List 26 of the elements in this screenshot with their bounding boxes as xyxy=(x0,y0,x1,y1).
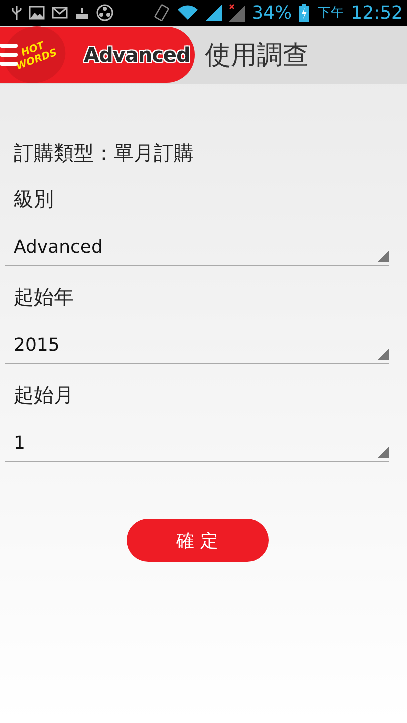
no-signal-icon xyxy=(229,4,246,22)
time-period: 下午 xyxy=(318,5,344,22)
subscription-type: 訂購類型：單月訂購 xyxy=(14,140,195,167)
reel-icon xyxy=(96,4,114,22)
field-label: 起始月 xyxy=(14,382,75,409)
mail-icon xyxy=(52,7,68,19)
dropdown[interactable]: 2015 xyxy=(5,312,389,364)
page-title: 使用調查 xyxy=(205,40,309,72)
confirm-button[interactable]: 確 定 xyxy=(126,519,268,562)
wifi-icon xyxy=(177,5,200,21)
dropdown[interactable]: 1 xyxy=(5,410,389,462)
dropdown-corner-icon xyxy=(378,251,389,262)
signal-icon xyxy=(206,5,222,21)
dropdown-corner-icon xyxy=(378,349,389,360)
image-icon xyxy=(29,6,45,20)
rotate-icon xyxy=(154,4,170,22)
usb-icon xyxy=(12,5,22,21)
field-label: 級別 xyxy=(14,186,55,213)
battery-charging-icon xyxy=(299,4,310,22)
clock-time: 12:52 xyxy=(351,2,403,24)
brand-name: Advanced xyxy=(84,43,190,67)
battery-percent: 34% xyxy=(252,2,292,24)
field-label: 起始年 xyxy=(14,284,75,311)
menu-icon[interactable] xyxy=(0,43,18,67)
dropdown-corner-icon xyxy=(378,447,389,458)
dropdown[interactable]: Advanced xyxy=(5,214,389,266)
